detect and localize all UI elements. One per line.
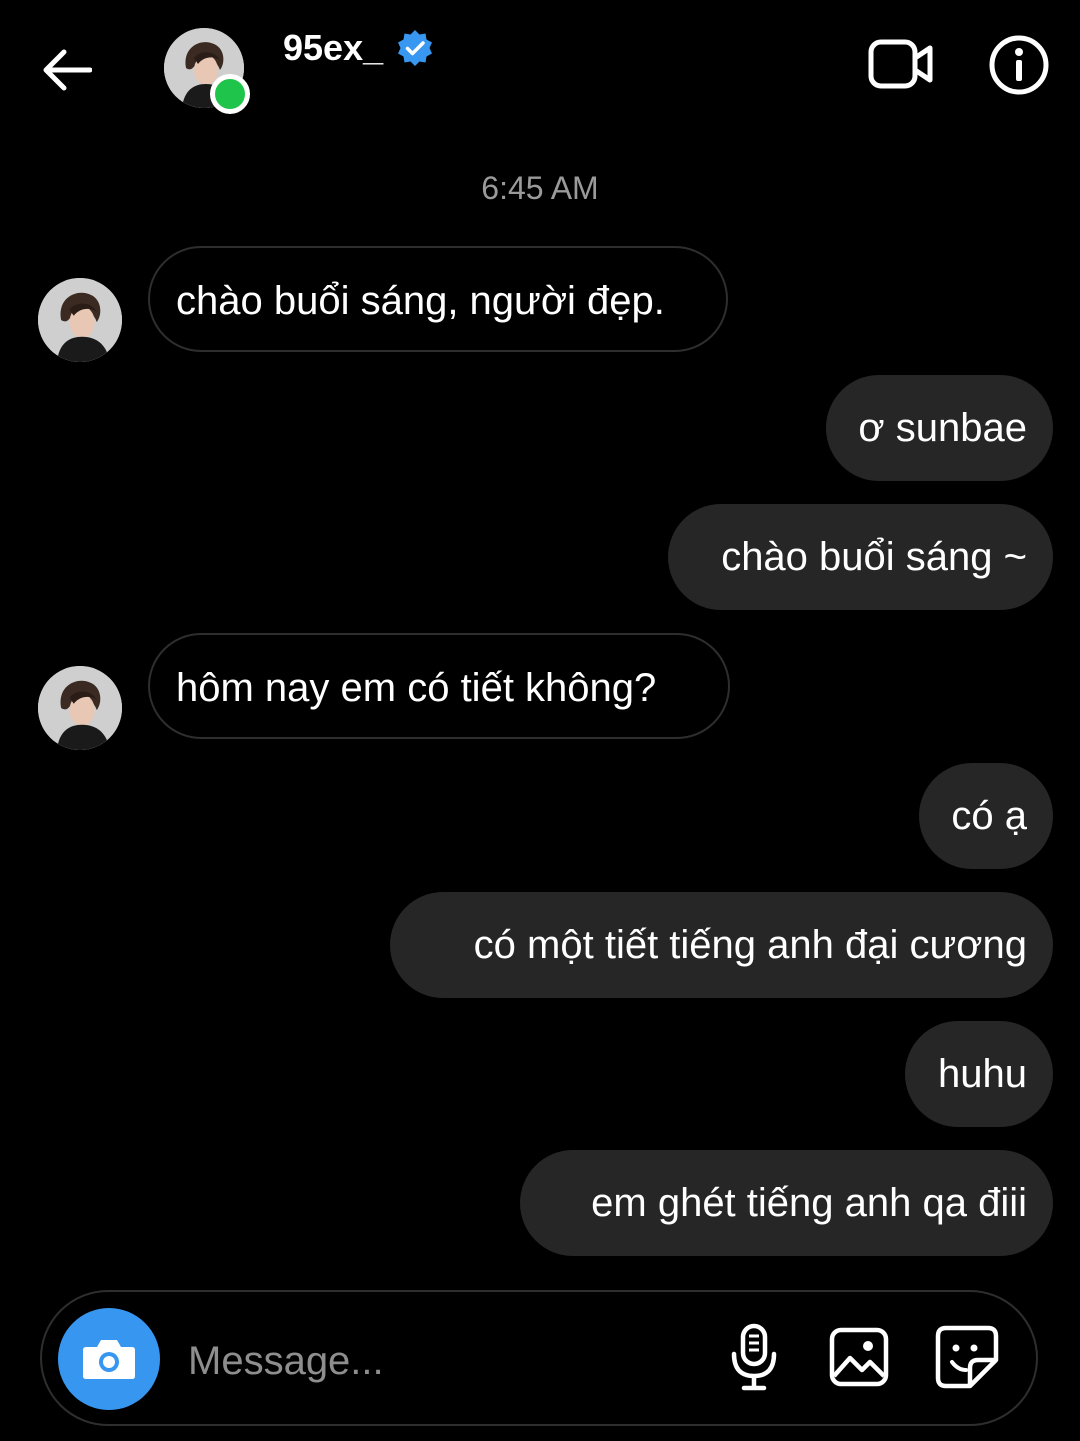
back-button[interactable] — [36, 40, 96, 100]
camera-icon — [83, 1340, 135, 1379]
info-icon — [989, 35, 1049, 95]
outgoing-message-bubble[interactable]: huhu — [905, 1021, 1053, 1127]
sender-avatar[interactable] — [38, 278, 122, 362]
sticker-button[interactable] — [934, 1324, 1000, 1390]
conversation-timestamp: 6:45 AM — [481, 170, 599, 206]
incoming-message-bubble[interactable]: hôm nay em có tiết không? — [148, 633, 730, 739]
gallery-button[interactable] — [828, 1326, 890, 1388]
message-input[interactable] — [188, 1328, 688, 1394]
sender-avatar[interactable] — [38, 666, 122, 750]
outgoing-message-bubble[interactable]: có ạ — [919, 763, 1053, 869]
outgoing-message-bubble[interactable]: ơ sunbae — [826, 375, 1053, 481]
arrow-left-icon — [43, 49, 92, 91]
camera-button[interactable] — [58, 1308, 160, 1410]
profile-photo — [38, 666, 122, 750]
microphone-icon — [731, 1323, 777, 1391]
outgoing-message-bubble[interactable]: chào buổi sáng ~ — [668, 504, 1053, 610]
incoming-message-bubble[interactable]: chào buổi sáng, người đẹp. — [148, 246, 728, 352]
online-status-indicator — [210, 74, 250, 114]
outgoing-message-bubble[interactable]: có một tiết tiếng anh đại cương — [390, 892, 1053, 998]
info-button[interactable] — [988, 34, 1050, 96]
video-call-icon — [868, 39, 933, 89]
chat-header: 95ex_ — [0, 0, 1080, 130]
voice-message-button[interactable] — [726, 1322, 782, 1392]
sticker-icon — [935, 1325, 999, 1389]
contact-username[interactable]: 95ex_ — [283, 26, 383, 70]
outgoing-message-bubble[interactable]: em ghét tiếng anh qa điii — [520, 1150, 1053, 1256]
verified-badge-icon — [395, 28, 435, 68]
image-gallery-icon — [829, 1327, 889, 1387]
profile-photo — [38, 278, 122, 362]
video-call-button[interactable] — [866, 34, 938, 94]
